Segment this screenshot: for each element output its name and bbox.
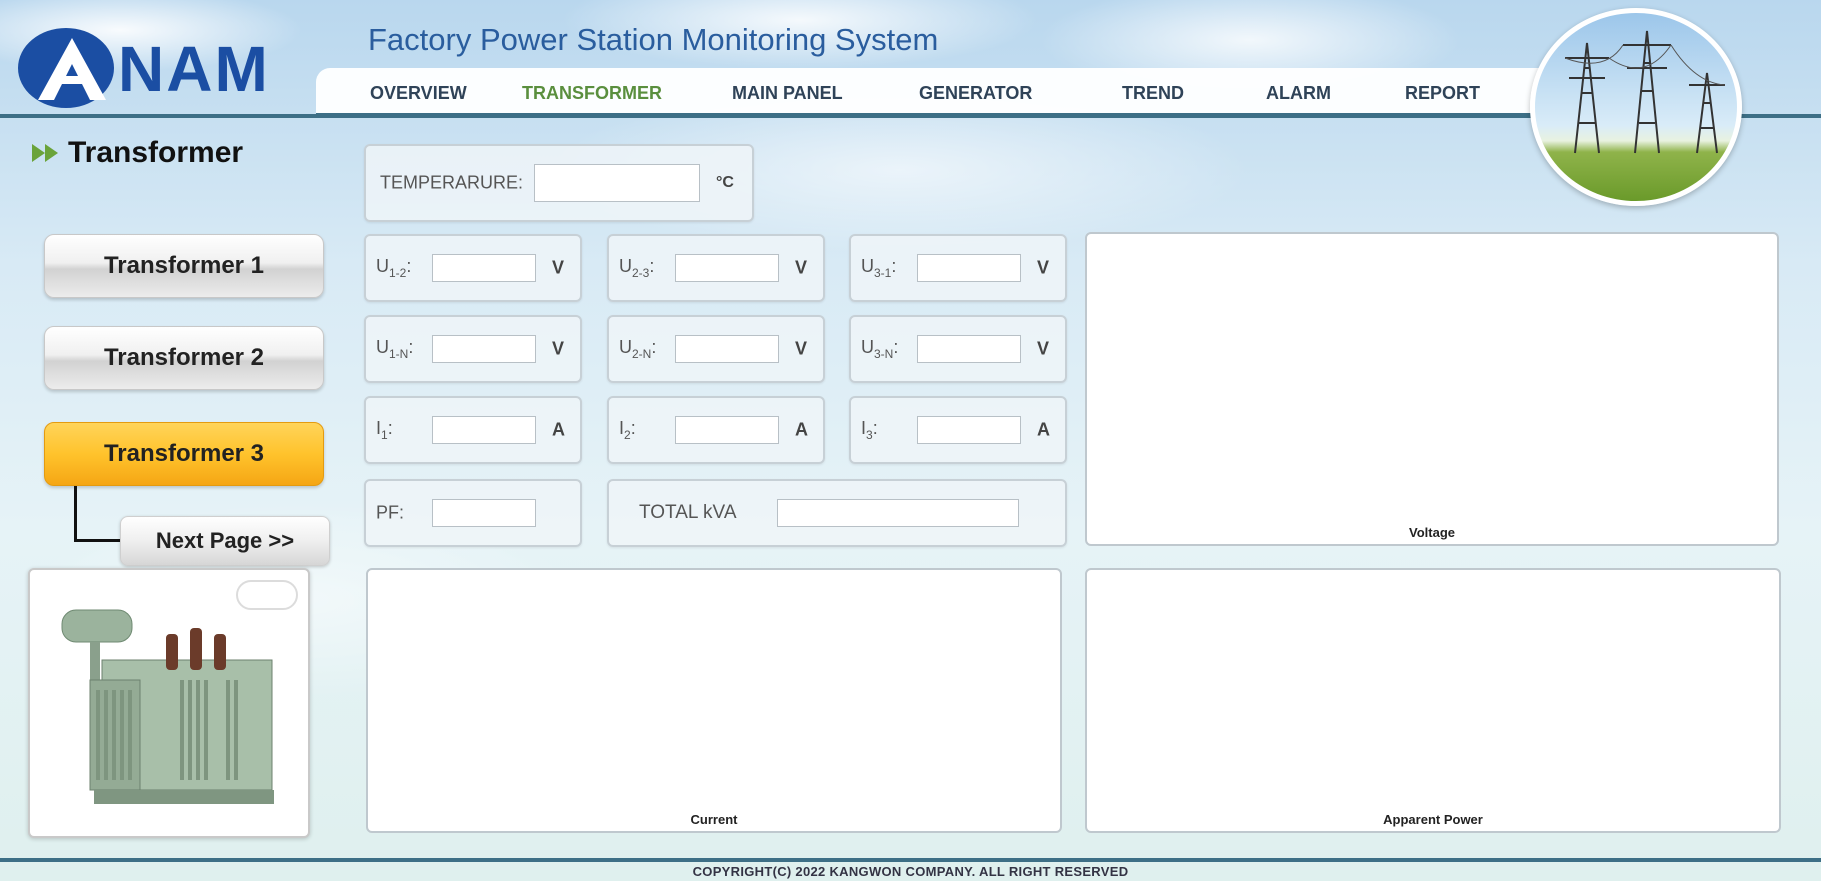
u31-panel: U3-1: V bbox=[849, 234, 1067, 302]
nav-transformer[interactable]: TRANSFORMER bbox=[522, 83, 662, 104]
u3n-unit: V bbox=[1037, 338, 1050, 359]
temperature-label: TEMPERARURE: bbox=[380, 172, 524, 193]
total-kva-panel: TOTAL kVA bbox=[607, 479, 1067, 547]
nav-report[interactable]: REPORT bbox=[1405, 83, 1480, 104]
u23-unit: V bbox=[795, 257, 808, 278]
total-kva-field[interactable] bbox=[777, 499, 1019, 527]
u2n-label: U2-N: bbox=[619, 337, 657, 361]
next-page-button[interactable]: Next Page >> bbox=[120, 516, 330, 566]
i3-field[interactable] bbox=[917, 416, 1021, 444]
u23-field[interactable] bbox=[675, 254, 779, 282]
transformer-3-button[interactable]: Transformer 3 bbox=[44, 422, 324, 486]
i3-unit: A bbox=[1037, 419, 1050, 440]
u3n-panel: U3-N: V bbox=[849, 315, 1067, 383]
nav-generator[interactable]: GENERATOR bbox=[919, 83, 1032, 104]
app-title: Factory Power Station Monitoring System bbox=[368, 22, 939, 57]
i2-panel: I2: A bbox=[607, 396, 825, 464]
total-kva-label: TOTAL kVA bbox=[639, 502, 737, 523]
i2-unit: A bbox=[795, 419, 808, 440]
i1-panel: I1: A bbox=[364, 396, 582, 464]
u1n-label: U1-N: bbox=[376, 337, 414, 361]
pf-panel: PF: bbox=[364, 479, 582, 547]
u1n-field[interactable] bbox=[432, 335, 536, 363]
nav-main-panel[interactable]: MAIN PANEL bbox=[732, 83, 843, 104]
u31-label: U3-1: bbox=[861, 256, 897, 280]
u12-unit: V bbox=[552, 257, 565, 278]
u2n-unit: V bbox=[795, 338, 808, 359]
pf-field[interactable] bbox=[432, 499, 536, 527]
u31-field[interactable] bbox=[917, 254, 1021, 282]
celsius-unit: °C bbox=[716, 174, 734, 191]
anam-logo: NAM bbox=[18, 28, 293, 108]
page-title: Transformer bbox=[68, 136, 244, 169]
u1n-unit: V bbox=[552, 338, 565, 359]
transformer-1-button[interactable]: Transformer 1 bbox=[44, 234, 324, 298]
current-chart-caption: Current bbox=[690, 812, 738, 827]
double-arrow-icon bbox=[32, 144, 58, 162]
u3n-label: U3-N: bbox=[861, 337, 899, 361]
i2-field[interactable] bbox=[675, 416, 779, 444]
copyright-text: COPYRIGHT(C) 2022 KANGWON COMPANY. ALL R… bbox=[692, 864, 1129, 879]
i1-unit: A bbox=[552, 419, 565, 440]
footer-divider bbox=[0, 858, 1821, 862]
u12-field[interactable] bbox=[432, 254, 536, 282]
u12-label: U1-2: bbox=[376, 256, 412, 280]
main-nav: OVERVIEW TRANSFORMER MAIN PANEL GENERATO… bbox=[316, 68, 1556, 116]
nav-alarm[interactable]: ALARM bbox=[1266, 83, 1331, 104]
i1-field[interactable] bbox=[432, 416, 536, 444]
i3-label: I3: bbox=[861, 418, 878, 442]
u31-unit: V bbox=[1037, 257, 1050, 278]
u23-label: U2-3: bbox=[619, 256, 655, 280]
power-tower-image bbox=[1530, 8, 1742, 206]
voltage-chart: Voltage bbox=[1085, 232, 1779, 546]
connector-line bbox=[74, 486, 77, 542]
apparent-power-chart: Apparent Power bbox=[1085, 568, 1781, 833]
voltage-chart-caption: Voltage bbox=[1409, 525, 1455, 540]
temperature-panel: TEMPERARURE: °C bbox=[364, 144, 754, 222]
i3-panel: I3: A bbox=[849, 396, 1067, 464]
connector-line bbox=[74, 539, 124, 542]
transformer-2-button[interactable]: Transformer 2 bbox=[44, 326, 324, 390]
logo-wordmark: NAM bbox=[118, 33, 270, 105]
u12-panel: U1-2: V bbox=[364, 234, 582, 302]
nav-trend[interactable]: TREND bbox=[1122, 83, 1184, 104]
i1-label: I1: bbox=[376, 418, 393, 442]
u23-panel: U2-3: V bbox=[607, 234, 825, 302]
nav-overview[interactable]: OVERVIEW bbox=[370, 83, 467, 104]
logo-a-glyph bbox=[38, 38, 106, 100]
image-tab-toggle[interactable] bbox=[236, 580, 298, 610]
pf-label: PF: bbox=[376, 502, 405, 523]
u3n-field[interactable] bbox=[917, 335, 1021, 363]
u1n-panel: U1-N: V bbox=[364, 315, 582, 383]
apparent-power-chart-caption: Apparent Power bbox=[1383, 812, 1483, 827]
section-title: Transformer bbox=[32, 136, 243, 170]
current-chart: Current bbox=[366, 568, 1062, 833]
i2-label: I2: bbox=[619, 418, 636, 442]
u2n-field[interactable] bbox=[675, 335, 779, 363]
u2n-panel: U2-N: V bbox=[607, 315, 825, 383]
temperature-field[interactable] bbox=[534, 164, 700, 202]
